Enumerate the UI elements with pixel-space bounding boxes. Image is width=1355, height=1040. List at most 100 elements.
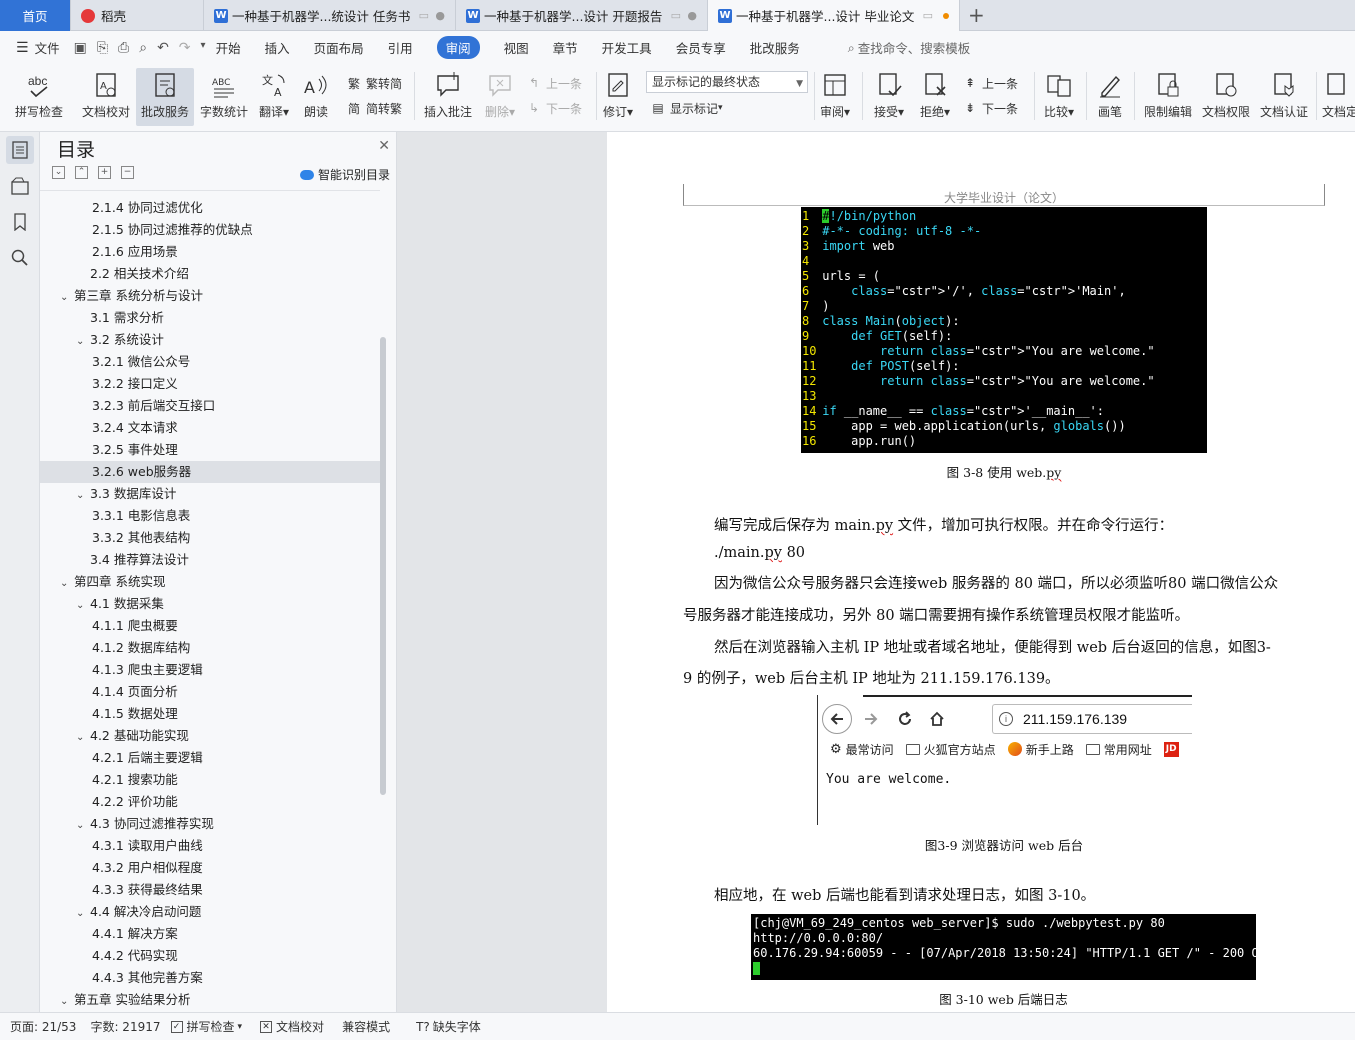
chevron-down-icon[interactable]: ▾ — [201, 40, 206, 56]
document-page[interactable]: 大学毕业设计（论文） 1 #!/bin/python 2 #-*- coding:… — [607, 132, 1355, 1012]
smart-toc-button[interactable]: 智能识别目录 — [299, 166, 390, 183]
toc-item[interactable]: 2.1.4 协同过滤优化 — [40, 197, 380, 219]
toc-item[interactable]: 3.2.4 文本请求 — [40, 417, 380, 439]
menu-tab-2[interactable]: 页面布局 — [314, 38, 364, 57]
chevron-down-icon[interactable]: ⌄ — [76, 903, 90, 925]
search-icon[interactable] — [6, 244, 34, 272]
menu-tab-6[interactable]: 章节 — [553, 38, 578, 57]
restrict-edit-button[interactable]: 限制编辑 — [1140, 68, 1196, 126]
toc-item[interactable]: 4.4.2 代码实现 — [40, 945, 380, 967]
tab-doc-thesis[interactable]: W 一种基于机器学...设计 毕业论文 ▭ — [708, 0, 960, 31]
pen-button[interactable]: 画笔 — [1092, 68, 1128, 126]
doc-permission-button[interactable]: 文档权限 — [1198, 68, 1254, 126]
markup-state-select[interactable]: 显示标记的最终状态 ▼ — [646, 71, 808, 93]
chevron-down-icon[interactable]: ⌄ — [60, 287, 74, 309]
toc-item[interactable]: ⌄ 第四章 系统实现 — [40, 571, 380, 593]
toc-item[interactable]: ⌄ 4.2 基础功能实现 — [40, 725, 380, 747]
toc-item[interactable]: ⌄ 4.4 解决冷启动问题 — [40, 901, 380, 923]
doc-finalize-button[interactable]: 文档定 — [1322, 68, 1355, 126]
word-count-indicator[interactable]: 字数: 21917 — [90, 1018, 160, 1035]
review-pane-button[interactable]: 审阅▾ — [816, 68, 854, 126]
insert-comment-button[interactable]: 插入批注 — [420, 68, 476, 126]
toc-item[interactable]: 4.3.1 读取用户曲线 — [40, 835, 380, 857]
tab-home[interactable]: 首页 — [0, 0, 71, 31]
toc-item[interactable]: 3.2.5 事件处理 — [40, 439, 380, 461]
toc-item[interactable]: 3.4 推荐算法设计 — [40, 549, 380, 571]
toc-item[interactable]: 4.2.1 后端主要逻辑 — [40, 747, 380, 769]
show-markup-button[interactable]: ▤ 显示标记 ▾ — [650, 97, 722, 119]
command-search[interactable]: ⌕ 查找命令、搜索模板 — [848, 38, 971, 57]
proofread-button[interactable]: A 文档校对 — [76, 68, 136, 126]
menu-tab-4[interactable]: 审阅 — [436, 36, 480, 59]
read-aloud-button[interactable]: A 朗读 — [298, 68, 334, 126]
collapse-down-icon[interactable]: ⌄ — [52, 166, 65, 179]
menu-tab-7[interactable]: 开发工具 — [602, 38, 652, 57]
prev-comment-button[interactable]: ↰ 上一条 — [526, 72, 582, 94]
next-comment-button[interactable]: ↳ 下一条 — [526, 97, 582, 119]
doc-cert-button[interactable]: 文档认证 — [1256, 68, 1312, 126]
chevron-down-icon[interactable]: ⌄ — [76, 727, 90, 749]
toc-item[interactable]: 4.4.3 其他完善方案 — [40, 967, 380, 989]
menu-tab-5[interactable]: 视图 — [504, 38, 529, 57]
monitor-icon[interactable]: ▭ — [923, 9, 933, 22]
reject-change-button[interactable]: 拒绝▾ — [916, 68, 954, 126]
print-preview-icon[interactable]: ⌕ — [139, 40, 147, 56]
toc-item[interactable]: 4.3.3 获得最终结果 — [40, 879, 380, 901]
export-pdf-icon[interactable]: ⎘ — [97, 40, 108, 56]
toc-item[interactable]: 4.1.5 数据处理 — [40, 703, 380, 725]
tab-doc-task[interactable]: W 一种基于机器学...统设计 任务书 ▭ ● — [204, 0, 456, 31]
chevron-down-icon[interactable]: ⌄ — [76, 331, 90, 353]
accept-change-button[interactable]: 接受▾ — [870, 68, 908, 126]
save-icon[interactable]: ▣ — [74, 40, 87, 56]
close-icon[interactable]: ✕ — [378, 138, 390, 154]
collapse-up-icon[interactable]: ⌃ — [75, 166, 88, 179]
menu-file[interactable]: ☰ 文件 — [16, 38, 60, 57]
toc-item[interactable]: ⌄ 3.3 数据库设计 — [40, 483, 380, 505]
chevron-down-icon[interactable]: ⌄ — [60, 573, 74, 595]
spell-check-button[interactable]: abc 拼写检查 — [8, 68, 70, 126]
monitor-icon[interactable]: ▭ — [671, 9, 681, 22]
delete-comment-button[interactable]: 删除▾ — [480, 68, 520, 126]
undo-icon[interactable]: ↶ — [157, 40, 169, 56]
toc-item[interactable]: 2.1.6 应用场景 — [40, 241, 380, 263]
tab-close-icon[interactable]: ● — [435, 9, 445, 22]
status-proofread[interactable]: ✕ 文档校对 — [260, 1018, 324, 1035]
menu-tab-0[interactable]: 开始 — [216, 38, 241, 57]
page-indicator[interactable]: 页面: 21/53 — [10, 1018, 76, 1035]
toc-item[interactable]: ⌄ 4.3 协同过滤推荐实现 — [40, 813, 380, 835]
correction-service-button[interactable]: 批改服务 — [136, 68, 194, 126]
toc-item[interactable]: 4.3.2 用户相似程度 — [40, 857, 380, 879]
toc-item[interactable]: 3.2.6 web服务器 — [40, 461, 380, 483]
chevron-down-icon[interactable]: ⌄ — [76, 485, 90, 507]
toc-panel-icon[interactable] — [6, 136, 34, 164]
word-count-button[interactable]: ABC 字数统计 — [198, 68, 250, 126]
toc-item[interactable]: 2.2 相关技术介绍 — [40, 263, 380, 285]
missing-font[interactable]: T? 缺失字体 — [416, 1018, 481, 1035]
toc-item[interactable]: 3.3.1 电影信息表 — [40, 505, 380, 527]
chapter-nav-icon[interactable] — [6, 172, 34, 200]
toc-item[interactable]: 4.1.1 爬虫概要 — [40, 615, 380, 637]
toc-item[interactable]: ⌄ 第五章 实验结果分析 — [40, 989, 380, 1011]
toc-item[interactable]: 4.2.2 评价功能 — [40, 791, 380, 813]
menu-tab-3[interactable]: 引用 — [388, 38, 413, 57]
chevron-down-icon[interactable]: ⌄ — [60, 991, 74, 1012]
toc-item[interactable]: ⌄ 3.2 系统设计 — [40, 329, 380, 351]
toc-item[interactable]: ⌄ 第三章 系统分析与设计 — [40, 285, 380, 307]
toc-item[interactable]: 3.2.3 前后端交互接口 — [40, 395, 380, 417]
redo-icon[interactable]: ↷ — [179, 40, 191, 56]
toc-item[interactable]: 3.2.2 接口定义 — [40, 373, 380, 395]
toc-item[interactable]: 3.1 需求分析 — [40, 307, 380, 329]
unsaved-dot-icon[interactable] — [943, 13, 949, 19]
next-change-button[interactable]: ⇟ 下一条 — [962, 97, 1018, 119]
toc-item[interactable]: 4.1.3 爬虫主要逻辑 — [40, 659, 380, 681]
translate-button[interactable]: 文A 翻译▾ — [254, 68, 294, 126]
print-icon[interactable]: ⎙ — [118, 40, 129, 56]
status-spell-check[interactable]: ✓ 拼写检查 ▾ — [170, 1018, 242, 1035]
menu-tab-9[interactable]: 批改服务 — [750, 38, 800, 57]
tab-daoke[interactable]: 稻壳 — [71, 0, 204, 31]
expand-plus-icon[interactable]: + — [98, 166, 111, 179]
trad-to-simp-button[interactable]: 繁繁转简 — [346, 72, 402, 94]
menu-tab-1[interactable]: 插入 — [265, 38, 290, 57]
new-tab-button[interactable]: + — [968, 4, 985, 26]
tab-close-icon[interactable]: ● — [687, 9, 697, 22]
